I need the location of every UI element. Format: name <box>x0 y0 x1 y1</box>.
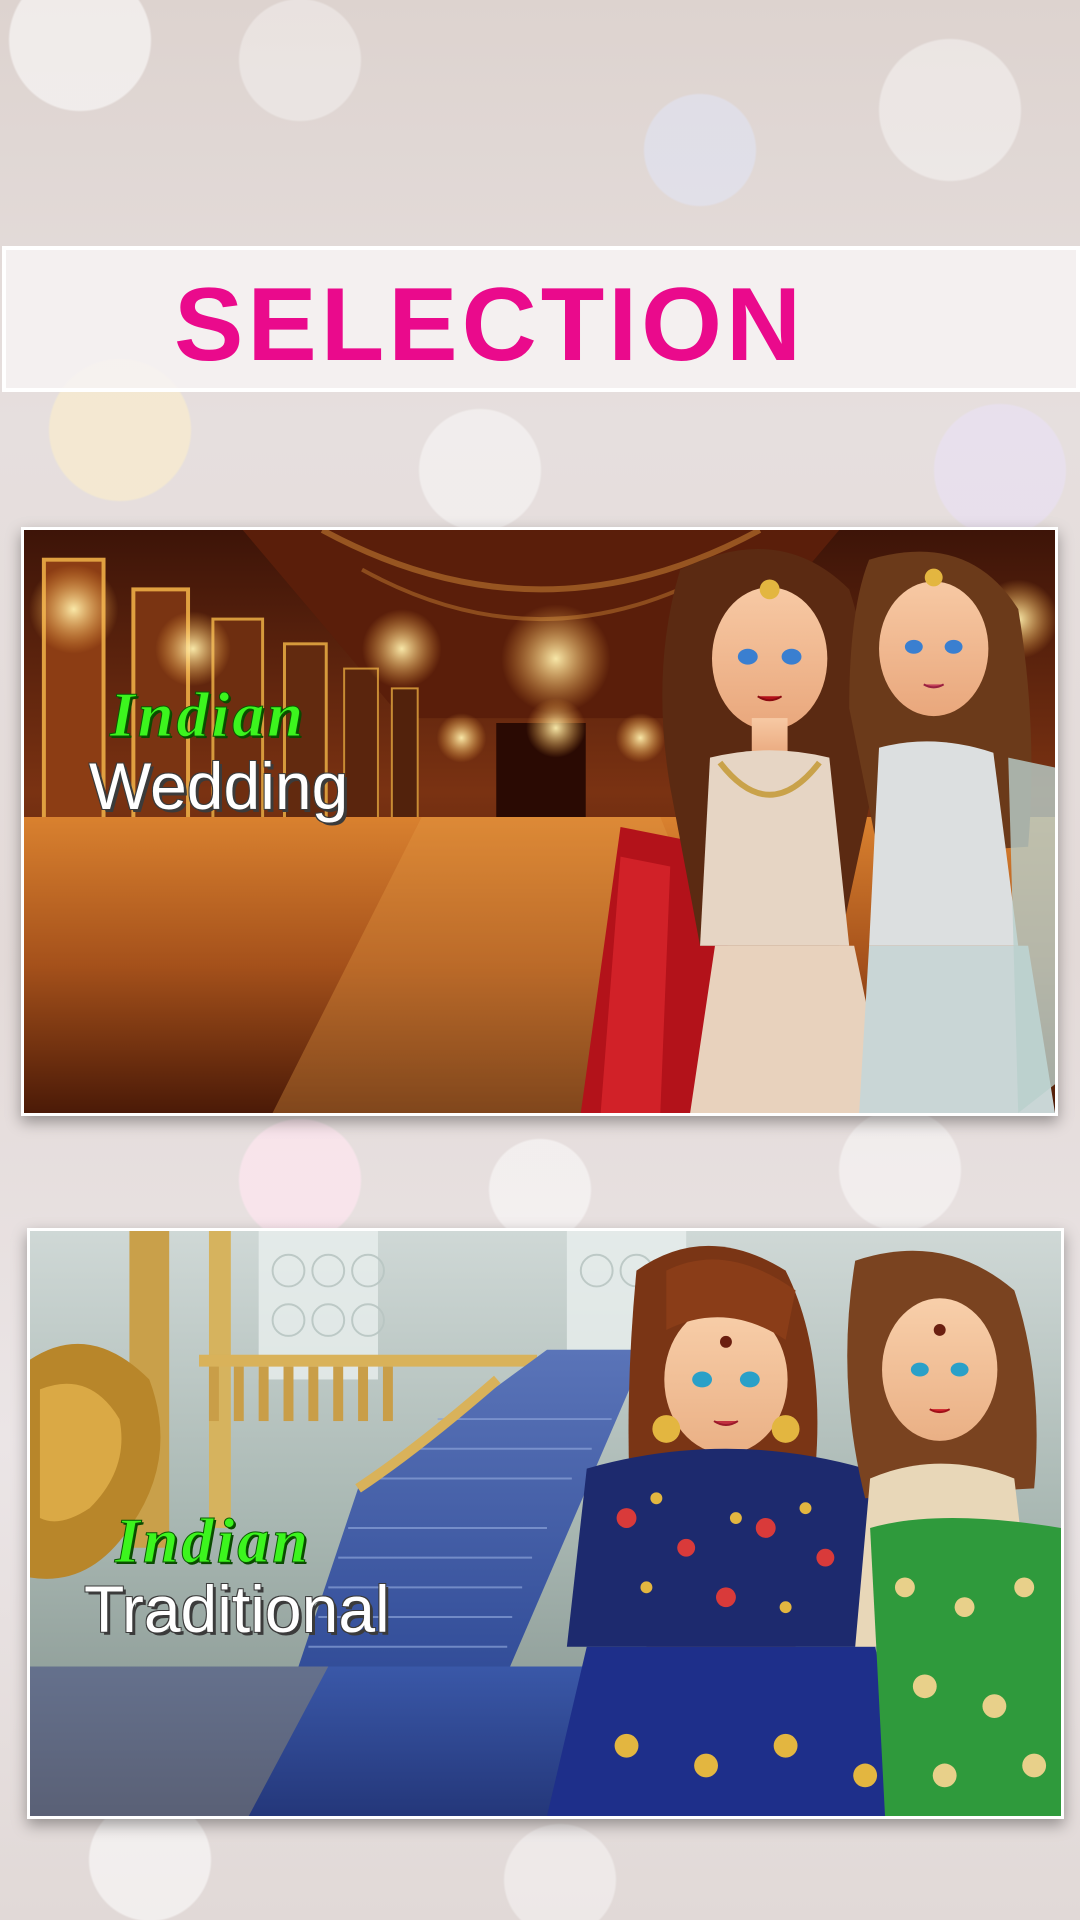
page-title: SELECTION <box>174 267 806 383</box>
traditional-label: Traditional <box>84 1572 390 1646</box>
wedding-tag-indian: Indian <box>110 679 306 750</box>
wedding-option-card[interactable]: Indian Wedding <box>21 527 1058 1116</box>
wedding-label: Wedding <box>89 749 349 823</box>
traditional-tag-indian: Indian <box>115 1505 311 1576</box>
title-banner: SELECTION <box>2 246 1080 392</box>
traditional-option-card[interactable]: Indian Traditional <box>27 1228 1064 1819</box>
